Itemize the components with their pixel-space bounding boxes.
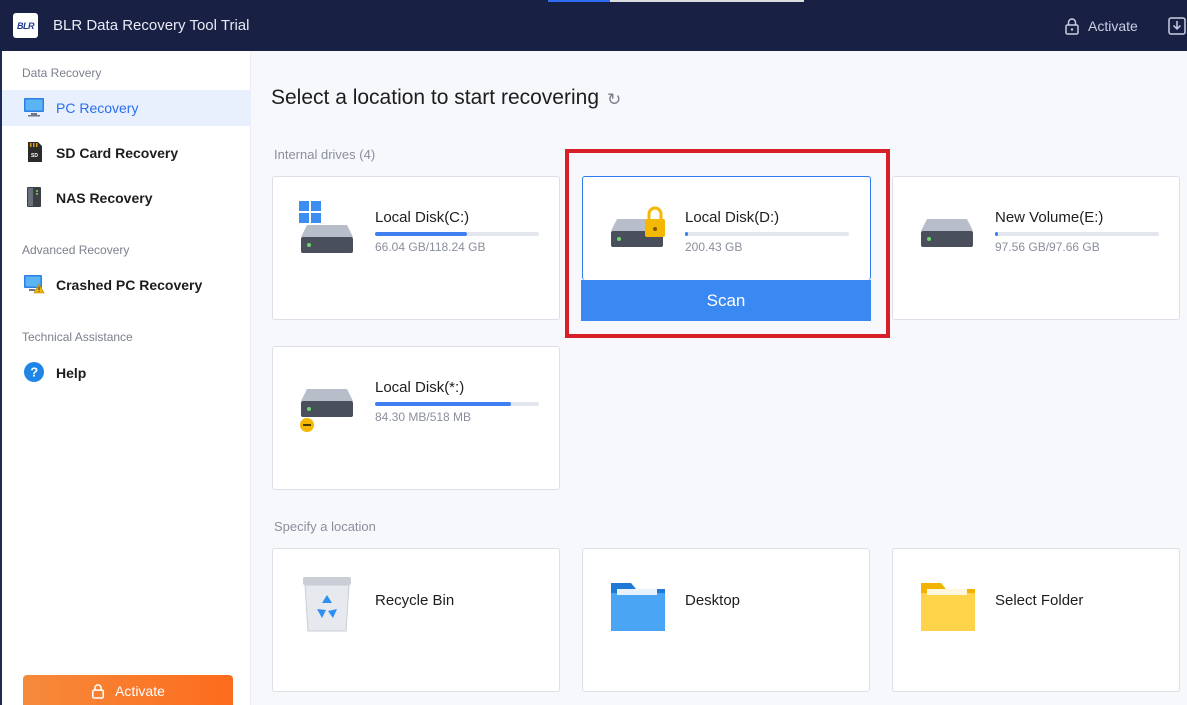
location-name: Select Folder: [995, 592, 1084, 609]
section-label-technical-assistance: Technical Assistance: [22, 330, 133, 344]
svg-text:?: ?: [30, 365, 38, 380]
sidebar-item-pc-recovery[interactable]: PC Recovery: [2, 90, 251, 126]
drive-usage-bar: [995, 232, 1159, 236]
app-logo: BLR: [13, 13, 38, 38]
sd-card-icon: SD: [28, 142, 42, 162]
crashed-pc-icon: [24, 275, 45, 294]
drive-name: Local Disk(D:): [685, 209, 780, 226]
title-bar: BLR BLR Data Recovery Tool Trial Activat…: [0, 0, 1187, 51]
drive-name: New Volume(E:): [995, 209, 1104, 226]
sidebar-item-label: NAS Recovery: [56, 190, 153, 206]
sidebar-item-label: Crashed PC Recovery: [56, 277, 203, 293]
desktop-folder-icon: [611, 583, 665, 631]
location-name: Recycle Bin: [375, 592, 455, 609]
location-name: Desktop: [685, 592, 741, 609]
folder-icon: [921, 583, 975, 631]
app-logo-text: BLR: [17, 20, 35, 31]
sidebar-item-crashed-pc-recovery[interactable]: Crashed PC Recovery: [2, 267, 251, 303]
titlebar-activate-button[interactable]: Activate: [1064, 17, 1138, 35]
monitor-icon: [24, 98, 44, 117]
section-label-data-recovery: Data Recovery: [22, 66, 102, 80]
drive-name: Local Disk(*:): [375, 379, 465, 396]
lock-icon: [92, 684, 105, 699]
drive-size: 97.56 GB/97.66 GB: [995, 240, 1100, 254]
windows-drive-icon: [299, 201, 353, 253]
page-title: Select a location to start recovering ↻: [271, 86, 621, 110]
titlebar-activate-label: Activate: [1088, 18, 1138, 34]
drive-usage-fill: [685, 232, 689, 236]
drive-usage-bar: [375, 232, 539, 236]
recycle-bin-icon: [303, 577, 351, 632]
location-card-recycle-bin[interactable]: Recycle Bin: [272, 548, 560, 692]
drive-card-unnamed[interactable]: Local Disk(*:) 84.30 MB/518 MB: [272, 346, 560, 490]
drive-usage-fill: [995, 232, 999, 236]
refresh-icon[interactable]: ↻: [607, 90, 621, 110]
sidebar-item-nas-recovery[interactable]: NAS Recovery: [2, 180, 251, 216]
sidebar: Data Recovery PC Recovery SD SD Card Rec…: [0, 51, 251, 705]
lock-icon: [1065, 18, 1079, 35]
drive-usage-bar: [685, 232, 849, 236]
drive-usage-fill: [375, 402, 512, 406]
sidebar-activate-button[interactable]: Activate: [23, 675, 233, 705]
locked-drive-icon: [611, 206, 665, 247]
drive-size: 66.04 GB/118.24 GB: [375, 240, 486, 254]
scan-button[interactable]: Scan: [581, 280, 871, 321]
tab-indicator-secondary: [610, 0, 804, 2]
svg-text:SD: SD: [31, 153, 38, 159]
tab-indicator: [548, 0, 610, 2]
internal-drives-label: Internal drives (4): [274, 147, 376, 162]
download-icon[interactable]: [1167, 16, 1187, 36]
drive-card-d[interactable]: Local Disk(D:) 200.43 GB: [582, 176, 871, 280]
drive-card-c[interactable]: Local Disk(C:) 66.04 GB/118.24 GB: [272, 176, 560, 320]
sidebar-item-sd-card-recovery[interactable]: SD SD Card Recovery: [2, 135, 251, 171]
location-card-desktop[interactable]: Desktop: [582, 548, 870, 692]
sidebar-item-label: PC Recovery: [56, 100, 139, 116]
section-label-advanced-recovery: Advanced Recovery: [22, 243, 130, 257]
drive-name: Local Disk(C:): [375, 209, 470, 226]
sidebar-item-label: Help: [56, 365, 87, 381]
unmounted-drive-icon: [300, 389, 353, 432]
drive-size: 200.43 GB: [685, 240, 743, 254]
drive-usage-fill: [375, 232, 467, 236]
sidebar-activate-label: Activate: [115, 683, 165, 699]
help-icon: ?: [24, 362, 44, 382]
drive-usage-bar: [375, 402, 539, 406]
drive-size: 84.30 MB/518 MB: [375, 410, 472, 424]
sidebar-item-label: SD Card Recovery: [56, 145, 179, 161]
sidebar-item-help[interactable]: ? Help: [2, 355, 251, 391]
app-title: BLR Data Recovery Tool Trial: [53, 17, 250, 34]
drive-icon: [921, 219, 973, 247]
nas-icon: [27, 187, 41, 207]
specify-location-label: Specify a location: [274, 519, 376, 534]
page-title-text: Select a location to start recovering: [271, 86, 600, 109]
drive-card-e[interactable]: New Volume(E:) 97.56 GB/97.66 GB: [892, 176, 1180, 320]
location-card-select-folder[interactable]: Select Folder: [892, 548, 1180, 692]
